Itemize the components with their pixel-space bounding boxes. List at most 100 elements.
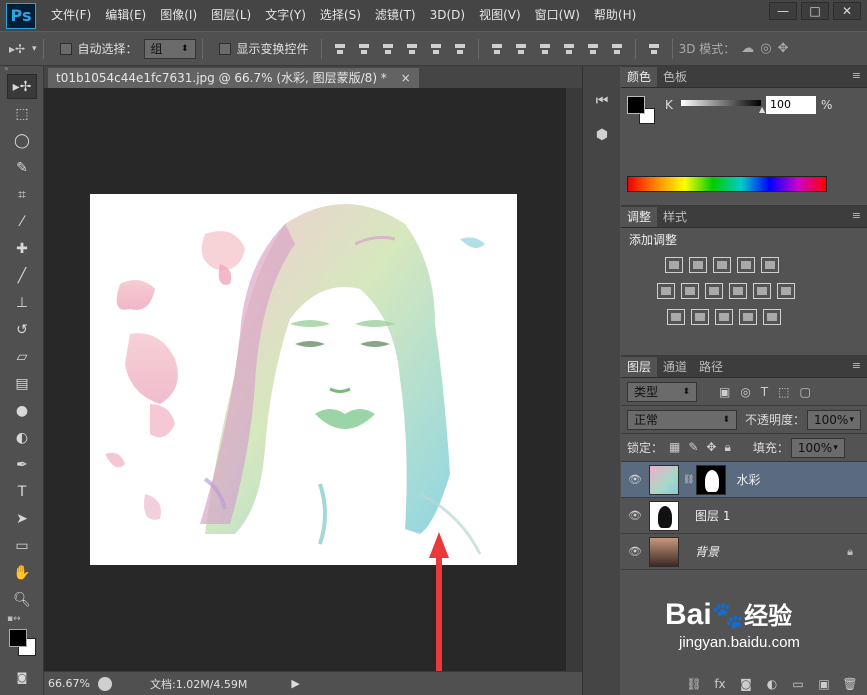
layer-filter-icons[interactable]: ▣◎T⬚▢ — [719, 385, 821, 399]
menu-file[interactable]: 文件(F) — [44, 0, 98, 31]
maximize-button[interactable]: □ — [801, 2, 829, 20]
tab-swatches[interactable]: 色板 — [657, 67, 693, 87]
3d-mode-icons[interactable]: ☁◎✥ — [741, 41, 794, 56]
status-menu-arrow-icon[interactable]: ▶ — [291, 677, 299, 690]
type-tool-icon[interactable]: T — [7, 479, 37, 504]
status-info-icon[interactable] — [98, 676, 112, 691]
black-white-icon[interactable] — [705, 283, 723, 299]
distribute-top-icon[interactable] — [490, 42, 504, 56]
fill-input[interactable]: 100% ▾ — [790, 437, 845, 458]
brush-tool-icon[interactable]: ╱ — [7, 263, 37, 288]
layer-name[interactable]: 图层 1 — [695, 507, 730, 524]
layer-mask-thumbnail[interactable] — [696, 464, 727, 495]
distribute-bottom-icon[interactable] — [538, 42, 552, 56]
layer-name[interactable]: 背景 — [695, 543, 719, 560]
tab-styles[interactable]: 样式 — [657, 207, 693, 227]
dodge-tool-icon[interactable]: ◐ — [7, 425, 37, 450]
new-adjustment-icon[interactable]: ◐ — [761, 677, 783, 691]
crop-tool-icon[interactable]: ⌗ — [7, 182, 37, 207]
color-lookup-icon[interactable] — [777, 283, 795, 299]
channel-mixer-icon[interactable] — [753, 283, 771, 299]
show-transform-checkbox[interactable] — [218, 42, 231, 55]
lock-icons[interactable]: ▦✎✥🔒︎ — [669, 440, 739, 455]
foreground-color-swatch[interactable] — [9, 629, 27, 647]
layer-style-icon[interactable]: fx — [709, 677, 731, 691]
hand-tool-icon[interactable]: ✋ — [7, 560, 37, 585]
opacity-input[interactable]: 100% ▾ — [807, 409, 862, 430]
gradient-tool-icon[interactable]: ▤ — [7, 371, 37, 396]
menu-select[interactable]: 选择(S) — [313, 0, 368, 31]
vibrance-icon[interactable] — [761, 257, 779, 273]
align-vcenter-icon[interactable] — [357, 42, 371, 56]
layer-name[interactable]: 水彩 — [736, 471, 760, 488]
curves-icon[interactable] — [713, 257, 731, 273]
menu-filter[interactable]: 滤镜(T) — [368, 0, 423, 31]
tab-channels[interactable]: 通道 — [657, 357, 693, 377]
k-slider-thumb-icon[interactable]: ▲ — [759, 105, 765, 114]
layers-panel-menu-icon[interactable]: ≡ — [852, 359, 861, 372]
move-tool-icon[interactable]: ▸✢ — [7, 74, 37, 99]
menu-layer[interactable]: 图层(L) — [204, 0, 258, 31]
history-brush-tool-icon[interactable]: ↺ — [7, 317, 37, 342]
distribute-right-icon[interactable] — [610, 42, 624, 56]
adjustments-panel-menu-icon[interactable]: ≡ — [852, 209, 861, 222]
new-layer-icon[interactable]: ▣ — [813, 677, 835, 691]
canvas-area[interactable] — [44, 88, 582, 683]
tab-layers[interactable]: 图层 — [621, 357, 658, 377]
document-tab[interactable]: t01b1054c44e1fc7631.jpg @ 66.7% (水彩, 图层蒙… — [48, 68, 419, 88]
posterize-icon[interactable] — [691, 309, 709, 325]
minimize-button[interactable]: — — [769, 2, 797, 20]
menu-type[interactable]: 文字(Y) — [258, 0, 313, 31]
path-select-tool-icon[interactable]: ➤ — [7, 506, 37, 531]
distribute-vcenter-icon[interactable] — [514, 42, 528, 56]
eraser-tool-icon[interactable]: ▱ — [7, 344, 37, 369]
layer-row-layer1[interactable]: 👁︎ 图层 1 — [621, 498, 867, 534]
zoom-tool-icon[interactable]: 🔍︎ — [7, 587, 37, 612]
distribute-left-icon[interactable] — [562, 42, 576, 56]
blend-mode-dropdown[interactable]: 正常 ⬍ — [627, 409, 737, 430]
shape-tool-icon[interactable]: ▭ — [7, 533, 37, 558]
menu-window[interactable]: 窗口(W) — [528, 0, 587, 31]
brightness-icon[interactable] — [665, 257, 683, 273]
auto-select-checkbox[interactable] — [59, 42, 72, 55]
mask-link-icon[interactable]: ⛓ — [683, 475, 694, 485]
close-tab-icon[interactable]: × — [401, 71, 411, 85]
lasso-tool-icon[interactable]: ◯ — [7, 128, 37, 153]
align-right-icon[interactable] — [453, 42, 467, 56]
properties-panel-icon[interactable]: ⬢ — [587, 120, 617, 150]
hue-saturation-icon[interactable] — [657, 283, 675, 299]
layer-row-background[interactable]: 👁︎ 背景 🔒︎ — [621, 534, 867, 570]
quick-select-tool-icon[interactable]: ✎ — [7, 155, 37, 180]
move-tool-preset-icon[interactable]: ▸✢ — [6, 42, 28, 56]
menu-3d[interactable]: 3D(D) — [423, 0, 472, 31]
align-top-icon[interactable] — [333, 42, 347, 56]
healing-brush-tool-icon[interactable]: ✚ — [7, 236, 37, 261]
delete-layer-icon[interactable]: 🗑︎ — [839, 677, 861, 691]
link-layers-icon[interactable]: ⛓ — [683, 677, 705, 691]
menu-edit[interactable]: 编辑(E) — [98, 0, 153, 31]
tab-color[interactable]: 颜色 — [621, 67, 658, 87]
exposure-icon[interactable] — [737, 257, 755, 273]
align-hcenter-icon[interactable] — [429, 42, 443, 56]
menu-help[interactable]: 帮助(H) — [587, 0, 643, 31]
color-balance-icon[interactable] — [681, 283, 699, 299]
tab-adjustments[interactable]: 调整 — [621, 207, 658, 227]
document-canvas[interactable] — [90, 194, 517, 565]
visibility-eye-icon[interactable]: 👁︎ — [621, 473, 649, 486]
pen-tool-icon[interactable]: ✒ — [7, 452, 37, 477]
new-group-icon[interactable]: ▭ — [787, 677, 809, 691]
align-bottom-icon[interactable] — [381, 42, 395, 56]
invert-icon[interactable] — [667, 309, 685, 325]
k-slider-track[interactable] — [681, 100, 761, 106]
color-fg-swatch[interactable] — [627, 96, 645, 114]
levels-icon[interactable] — [689, 257, 707, 273]
zoom-level[interactable]: 66.67% — [48, 677, 94, 690]
toolbar-collapse-icon[interactable]: » — [0, 65, 43, 73]
visibility-eye-icon[interactable]: 👁︎ — [621, 509, 649, 522]
color-panel-menu-icon[interactable]: ≡ — [852, 69, 861, 82]
threshold-icon[interactable] — [715, 309, 733, 325]
eyedropper-tool-icon[interactable]: ⁄ — [7, 209, 37, 234]
quick-mask-icon[interactable]: ◙ — [7, 668, 37, 686]
vertical-scrollbar[interactable] — [566, 88, 582, 671]
history-panel-icon[interactable]: ⏮ — [587, 86, 617, 116]
